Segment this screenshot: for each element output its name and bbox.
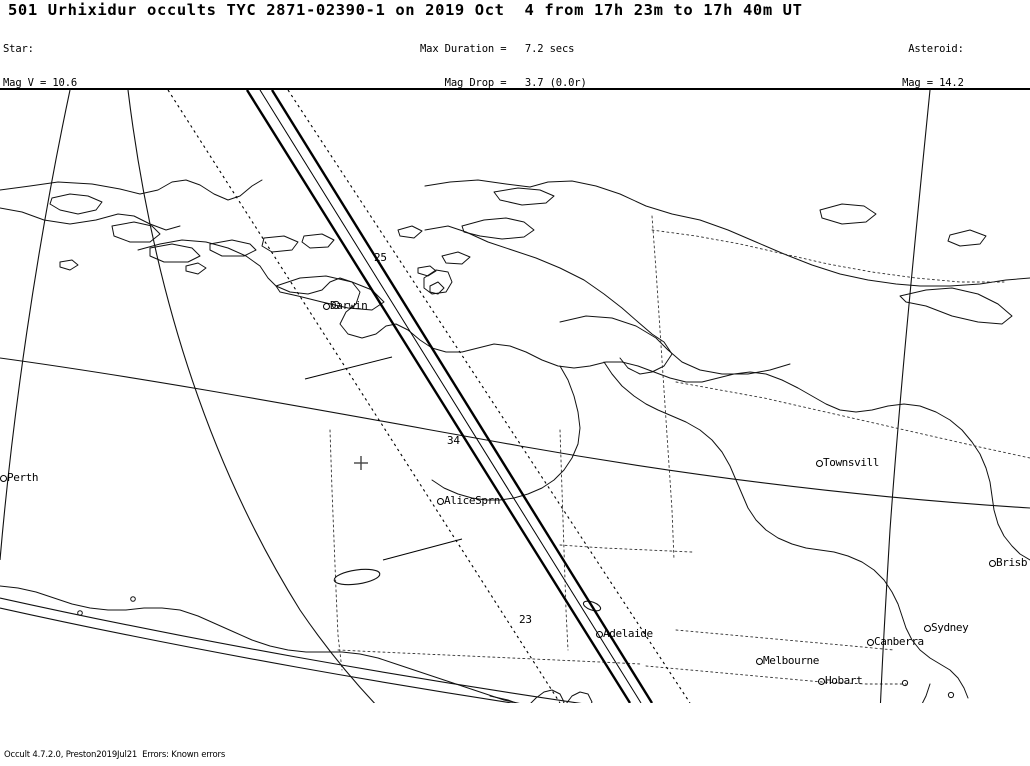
star-heading: Star: (3, 42, 34, 55)
max-duration: Max Duration = 7.2 secs (420, 42, 575, 55)
map-canvas (0, 90, 1030, 703)
terminator-curves (0, 90, 1030, 703)
coastline-new-guinea (423, 179, 1030, 375)
page-title: 501 Urhixidur occults TYC 2871-02390-1 o… (8, 1, 803, 19)
prediction-header: 501 Urhixidur occults TYC 2871-02390-1 o… (0, 0, 1030, 226)
inland-lakes (333, 568, 602, 612)
southern-path-limit (270, 90, 654, 703)
coastline-australia (0, 239, 1030, 703)
asteroid-heading: Asteroid: (908, 42, 964, 55)
northern-path-limit (245, 90, 632, 703)
path-error-limits (167, 90, 691, 703)
subsolar-cross-icon (354, 456, 368, 470)
coastline-indonesia (0, 179, 471, 311)
occultation-map: Darwin Perth AliceSprn Townsvill Adelaid… (0, 88, 1030, 703)
footer-credit: Occult 4.7.2.0, Preston2019Jul21 Errors:… (4, 750, 226, 760)
